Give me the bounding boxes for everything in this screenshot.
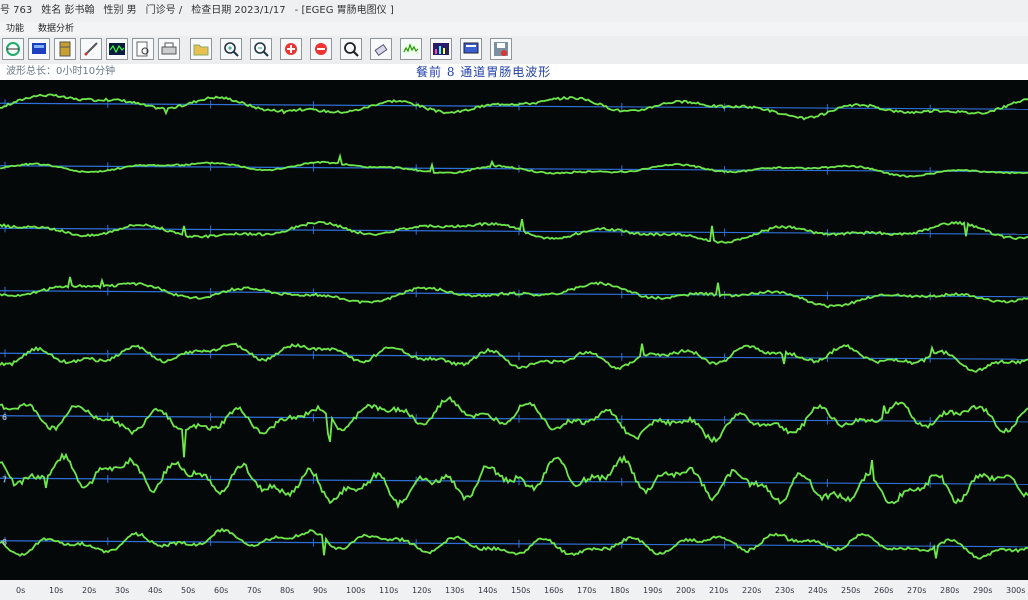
axis-tick-label: 210s [709,586,729,595]
axis-tick-label: 120s [412,586,432,595]
axis-tick-label: 290s [973,586,993,595]
document-search-icon [136,41,149,57]
axis-tick-label: 180s [610,586,630,595]
save-icon [494,42,508,56]
title-bar: 号 763 姓名 彭书翰 性别 男门诊号 / 检查日期 2023/1/17 - [EGE… [0,0,1028,23]
axis-tick-label: 90s [313,586,328,595]
bar-chart-button[interactable] [430,38,452,60]
menu-item-0[interactable]: 功能 [6,24,24,34]
title-item: 性别 男 [103,5,137,16]
axis-tick-label: 250s [841,586,861,595]
title-item: 姓名 彭书翰 [41,5,95,16]
plus-icon [285,43,297,55]
axis-tick-label: 300s [1006,586,1026,595]
axis-tick-label: 280s [940,586,960,595]
axis-tick-label: 20s [82,586,97,595]
title-item: 检查日期 2023/1/17 [191,5,286,16]
axis-tick-label: 140s [478,586,498,595]
channel-label: 8 [2,538,7,547]
axis-tick-label: 160s [544,586,564,595]
axis-tick-label: 100s [346,586,366,595]
wave-display-button[interactable] [106,38,128,60]
eraser-button[interactable] [370,38,392,60]
axis-tick-label: 240s [808,586,828,595]
axis-tick-label: 50s [181,586,196,595]
channel-label: 6 [2,413,7,422]
printer-button[interactable] [158,38,180,60]
screen-icon [32,43,46,54]
trace-ch7 [0,452,1028,509]
pen-edit-icon [84,42,98,56]
magnifier-button[interactable] [340,38,362,60]
spectrum-icon [403,43,419,55]
title-item: 门诊号 / [145,5,183,16]
time-axis: 0s 10s 20s 30s 40s 50s 60s 70s 80s 90s 100s 110s 120… [0,580,1028,600]
axis-tick-label: 200s [676,586,696,595]
monitor-button[interactable] [460,38,482,60]
axis-tick-label: 0s [16,586,26,595]
pen-edit-button[interactable] [80,38,102,60]
database-icon [59,41,71,57]
axis-tick-label: 70s [247,586,262,595]
axis-tick-label: 230s [775,586,795,595]
axis-tick-label: 60s [214,586,229,595]
chart-title: 餐前 8 通道胃肠电波形 [416,65,552,79]
save-button[interactable] [490,38,512,60]
balance-icon [6,42,20,56]
screen-button[interactable] [28,38,50,60]
title-item: 号 763 [0,5,33,16]
axis-tick-label: 10s [49,586,64,595]
balance-button[interactable] [2,38,24,60]
minus-button[interactable] [310,38,332,60]
database-button[interactable] [54,38,76,60]
folder-open-icon [193,44,209,56]
toolbar [0,36,1028,65]
axis-tick-label: 80s [280,586,295,595]
axis-tick-label: 260s [874,586,894,595]
axis-tick-label: 40s [148,586,163,595]
folder-open-button[interactable] [190,38,212,60]
title-item: - [EGEG 胃肠电图仪 ] [294,5,394,16]
axis-tick-label: 170s [577,586,597,595]
minus-icon [315,43,327,55]
menu-item-1[interactable]: 数据分析 [38,24,74,34]
info-bar: 波形总长：0小时10分钟 餐前 8 通道胃肠电波形 [0,64,1028,80]
zoom-out-icon [254,42,269,57]
axis-tick-label: 150s [511,586,531,595]
document-search-button[interactable] [132,38,154,60]
printer-icon [161,42,177,55]
monitor-icon [463,42,479,54]
channel-label: 7 [2,475,7,484]
axis-tick-label: 270s [907,586,927,595]
waveform-canvas: 6 7 8 [0,93,1028,560]
zoom-in-button[interactable] [220,38,242,60]
axis-tick-label: 30s [115,586,130,595]
trace-ch6 [0,395,1028,458]
wave-display-icon [109,43,125,55]
spectrum-button[interactable] [400,38,422,60]
axis-tick-label: 190s [643,586,663,595]
axis-tick-label: 110s [379,586,399,595]
magnifier-icon [344,42,359,57]
zoom-in-icon [224,42,239,57]
menu-bar: 功能 数据分析 [0,22,1028,36]
axis-tick-label: 220s [742,586,762,595]
zoom-out-button[interactable] [250,38,272,60]
duration-label: 波形总长：0小时10分钟 [6,66,116,77]
eraser-icon [374,43,388,57]
plus-button[interactable] [280,38,302,60]
axis-tick-label: 130s [445,586,465,595]
bar-chart-icon [433,43,449,55]
waveform-plot: 6 7 8 [0,80,1028,580]
